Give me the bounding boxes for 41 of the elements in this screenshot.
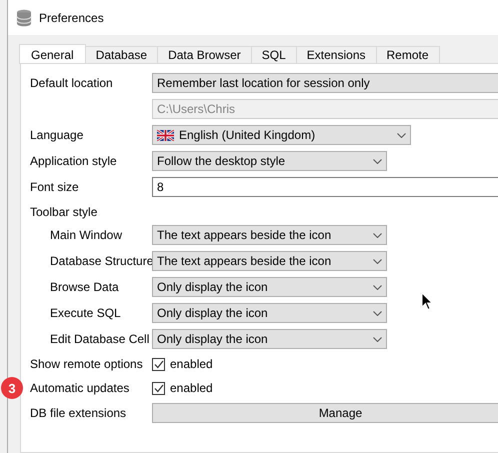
dropdown[interactable]: The text appears beside the icon — [152, 251, 387, 271]
setting-label: Automatic updates — [30, 381, 130, 395]
chevron-down-icon — [373, 258, 382, 264]
dropdown[interactable]: Only display the icon — [152, 329, 387, 349]
dropdown[interactable]: Follow the desktop style — [152, 151, 387, 171]
setting-label: Language — [30, 128, 84, 142]
chevron-down-icon — [397, 132, 406, 138]
chevron-down-icon — [373, 284, 382, 290]
dropdown[interactable]: The text appears beside the icon — [152, 225, 387, 245]
tab[interactable]: Remote — [376, 46, 440, 64]
tab[interactable]: SQL — [250, 46, 297, 64]
setting-label: DB file extensions — [30, 406, 128, 420]
chevron-down-icon — [373, 336, 382, 342]
setting-label: Execute SQL — [49, 306, 122, 320]
chevron-down-icon — [373, 158, 382, 164]
number-badge: 3 — [1, 377, 23, 399]
dropdown[interactable]: English (United Kingdom) — [152, 125, 411, 145]
input-field[interactable]: 8 — [152, 177, 498, 197]
checkbox[interactable] — [152, 358, 165, 370]
setting-label: Font size — [30, 180, 80, 194]
database-icon — [16, 8, 32, 26]
window-title: Preferences — [39, 10, 104, 24]
chevron-down-icon — [373, 310, 382, 316]
cursor-icon — [421, 292, 433, 311]
dropdown[interactable]: Only display the icon — [152, 277, 387, 297]
dropdown[interactable]: Only display the icon — [152, 303, 387, 323]
manage-button[interactable]: Manage — [152, 403, 498, 423]
setting-label: Main Window — [49, 228, 124, 242]
setting-label: Default location — [30, 76, 114, 90]
checkbox[interactable] — [152, 382, 165, 394]
chevron-down-icon — [373, 232, 382, 238]
setting-label: Application style — [30, 154, 118, 168]
checkbox-label: enabled — [170, 357, 213, 371]
setting-label: Database Structure — [49, 254, 152, 268]
checkbox-label: enabled — [170, 381, 213, 395]
setting-label: Browse Data — [49, 280, 120, 294]
setting-label: Show remote options — [30, 357, 143, 371]
dropdown[interactable]: Remember last location for session only — [152, 73, 498, 93]
setting-label: Edit Database Cell — [49, 332, 150, 346]
tab[interactable]: General — [19, 44, 86, 64]
section-label: Toolbar style — [30, 205, 98, 219]
